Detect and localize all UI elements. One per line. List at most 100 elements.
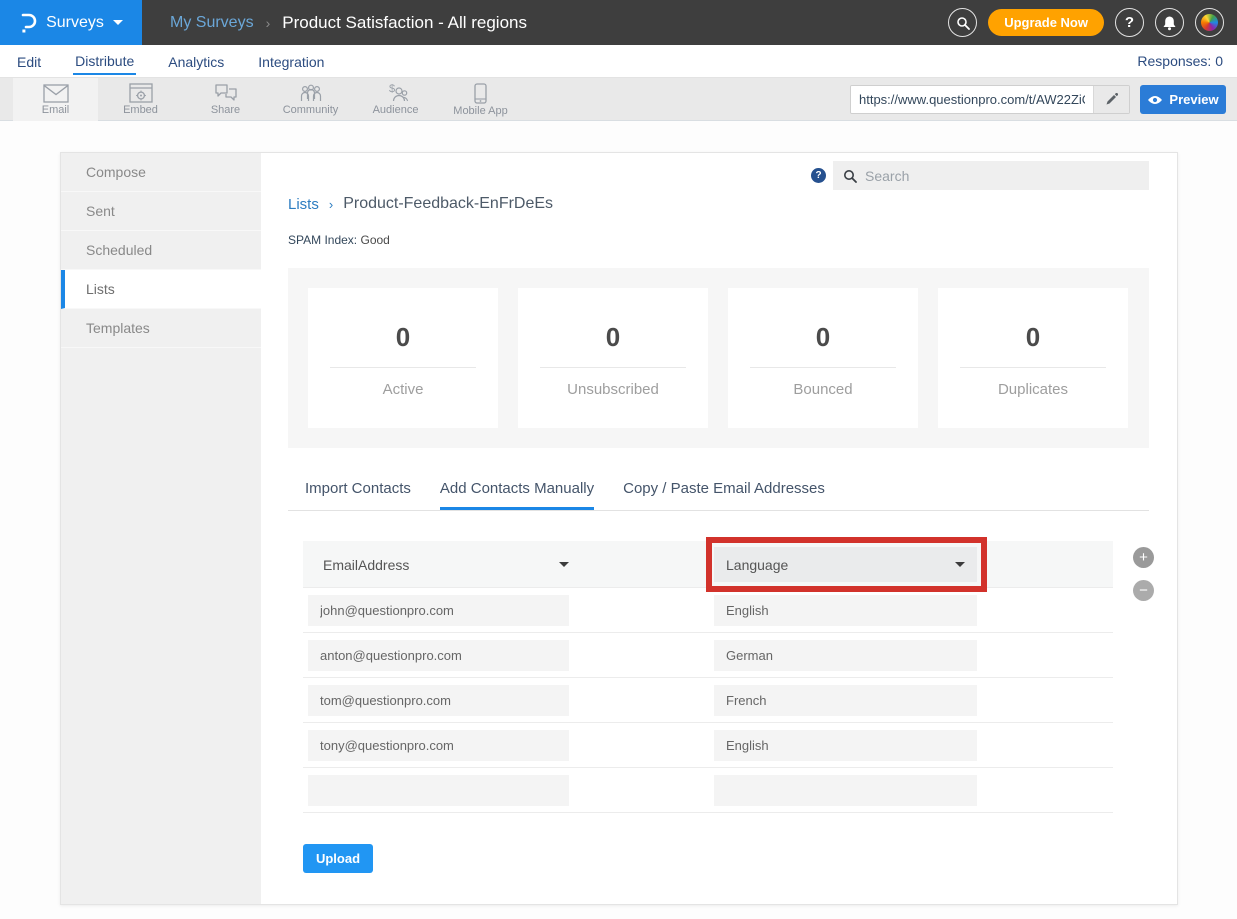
language-input[interactable] (714, 595, 977, 626)
stat-card-bounced: 0 Bounced (728, 288, 918, 428)
toolbar-item-label: Audience (373, 104, 419, 116)
contacts-tabs: Import Contacts Add Contacts Manually Co… (288, 478, 1149, 511)
avatar (1201, 14, 1218, 31)
toolbar-item-share[interactable]: Share (183, 78, 268, 121)
chat-bubbles-icon (214, 83, 238, 103)
remove-row-button[interactable]: − (1133, 580, 1154, 601)
stat-value: 0 (308, 322, 498, 353)
svg-text:$: $ (389, 83, 395, 95)
tab-add-contacts-manually[interactable]: Add Contacts Manually (440, 480, 594, 510)
contacts-grid: EmailAddress Language (303, 541, 1113, 813)
sidebar-item-lists[interactable]: Lists (61, 270, 261, 309)
upgrade-now-button[interactable]: Upgrade Now (988, 9, 1104, 36)
survey-url-input[interactable] (851, 86, 1093, 113)
toolbar-item-label: Community (283, 104, 339, 116)
toolbar-item-audience[interactable]: $ Audience (353, 78, 438, 121)
breadcrumb-separator: › (329, 197, 333, 212)
help-button[interactable]: ? (1115, 8, 1144, 37)
tab-distribute[interactable]: Distribute (73, 47, 136, 75)
email-input[interactable] (308, 595, 569, 626)
email-input[interactable] (308, 640, 569, 671)
surveys-product-switcher[interactable]: Surveys (0, 0, 142, 45)
upload-button[interactable]: Upload (303, 844, 373, 873)
spam-index-value: Good (360, 233, 389, 247)
email-input[interactable] (308, 775, 569, 806)
pencil-icon (1105, 93, 1118, 106)
contact-row (303, 723, 1113, 768)
search-icon (956, 16, 970, 30)
questionpro-logo (19, 12, 37, 34)
tab-edit[interactable]: Edit (15, 48, 43, 74)
search-input[interactable] (865, 168, 1139, 184)
contact-row (303, 588, 1113, 633)
add-row-button[interactable]: + (1133, 547, 1154, 568)
divider (330, 367, 476, 368)
language-input[interactable] (714, 730, 977, 761)
contact-row (303, 678, 1113, 723)
stat-label: Bounced (728, 381, 918, 398)
search-icon (843, 169, 857, 183)
responses-count[interactable]: Responses: 0 (1137, 53, 1237, 69)
lists-panel: Compose Sent Scheduled Lists Templates ?… (60, 152, 1178, 905)
stat-card-active: 0 Active (308, 288, 498, 428)
stat-label: Duplicates (938, 381, 1128, 398)
eye-icon (1147, 95, 1163, 105)
header-breadcrumb: My Surveys › Product Satisfaction - All … (170, 13, 948, 33)
toolbar-item-mobile-app[interactable]: Mobile App (438, 78, 523, 121)
spam-index-label: SPAM Index: (288, 233, 357, 247)
account-menu[interactable] (1195, 8, 1224, 37)
chevron-down-icon (113, 20, 123, 25)
edit-url-button[interactable] (1093, 86, 1129, 113)
list-search-box (833, 161, 1149, 190)
page-title: Product Satisfaction - All regions (282, 13, 527, 33)
help-icon: ? (1125, 14, 1134, 31)
tab-import-contacts[interactable]: Import Contacts (305, 480, 411, 510)
sidebar-item-templates[interactable]: Templates (61, 309, 261, 348)
search-button[interactable] (948, 8, 977, 37)
breadcrumb-my-surveys[interactable]: My Surveys (170, 14, 254, 32)
sidebar-item-compose[interactable]: Compose (61, 153, 261, 192)
chevron-down-icon (955, 562, 965, 567)
toolbar-item-label: Embed (123, 104, 158, 116)
preview-label: Preview (1169, 92, 1218, 107)
divider (750, 367, 896, 368)
stat-value: 0 (728, 322, 918, 353)
toolbar-item-label: Mobile App (453, 105, 507, 117)
notifications-button[interactable] (1155, 8, 1184, 37)
grid-header-row: EmailAddress Language (303, 541, 1113, 588)
column-header: Language (726, 557, 788, 573)
toolbar-item-community[interactable]: Community (268, 78, 353, 121)
breadcrumb-current-list: Product-Feedback-EnFrDeEs (343, 195, 553, 213)
toolbar-item-label: Share (211, 104, 240, 116)
breadcrumb-lists-link[interactable]: Lists (288, 196, 319, 213)
divider (960, 367, 1106, 368)
sidebar-item-scheduled[interactable]: Scheduled (61, 231, 261, 270)
top-header: Surveys My Surveys › Product Satisfactio… (0, 0, 1237, 45)
stat-value: 0 (938, 322, 1128, 353)
tab-analytics[interactable]: Analytics (166, 48, 226, 74)
bell-icon (1162, 15, 1177, 31)
stat-label: Active (308, 381, 498, 398)
toolbar-item-email[interactable]: Email (13, 78, 98, 121)
email-input[interactable] (308, 685, 569, 716)
toolbar-item-embed[interactable]: Embed (98, 78, 183, 121)
tab-integration[interactable]: Integration (256, 48, 326, 74)
header-actions: Upgrade Now ? (948, 8, 1237, 37)
breadcrumb-separator: › (266, 15, 271, 31)
email-input[interactable] (308, 730, 569, 761)
sidebar-item-sent[interactable]: Sent (61, 192, 261, 231)
language-input[interactable] (714, 775, 977, 806)
toolbar-item-label: Email (42, 104, 70, 116)
preview-button[interactable]: Preview (1140, 85, 1226, 114)
language-input[interactable] (714, 685, 977, 716)
tab-copy-paste-emails[interactable]: Copy / Paste Email Addresses (623, 480, 825, 510)
stats-band: 0 Active 0 Unsubscribed 0 Bounced 0 Dupl… (288, 268, 1149, 448)
language-column-dropdown[interactable]: Language (714, 547, 977, 582)
column-header: EmailAddress (323, 557, 409, 573)
list-help-icon[interactable]: ? (811, 168, 826, 183)
minus-icon: − (1139, 582, 1148, 599)
language-input[interactable] (714, 640, 977, 671)
email-column-dropdown[interactable]: EmailAddress (323, 541, 569, 588)
product-label: Surveys (46, 14, 104, 32)
email-sidebar: Compose Sent Scheduled Lists Templates (61, 153, 261, 904)
